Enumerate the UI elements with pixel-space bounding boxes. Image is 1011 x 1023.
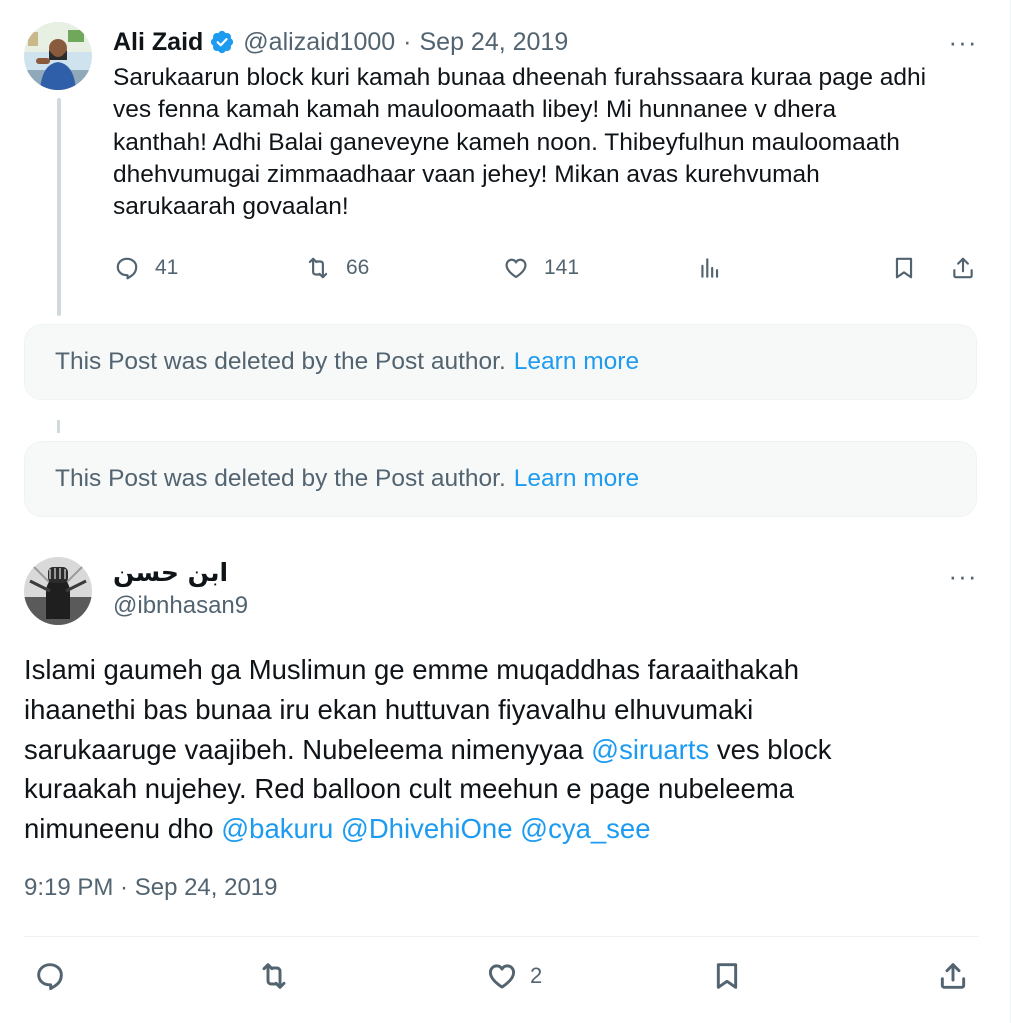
like-icon bbox=[488, 964, 516, 989]
repost-button[interactable] bbox=[258, 958, 290, 994]
post-text: Islami gaumeh ga Muslimun ge emme muqadd… bbox=[24, 650, 984, 849]
post-text-line: ves block bbox=[709, 733, 832, 765]
post-text-line: sarukaarah govaalan! bbox=[113, 193, 349, 221]
thread-connector bbox=[57, 420, 60, 433]
author-handle[interactable]: @ibnhasan9 bbox=[113, 592, 248, 620]
bookmark-icon bbox=[716, 963, 738, 989]
deleted-notice-text: This Post was deleted by the Post author… bbox=[55, 465, 506, 492]
share-button[interactable] bbox=[950, 252, 976, 284]
like-count: 141 bbox=[544, 256, 580, 279]
post-text-line: kanthah! Adhi Balai ganeveyne kameh noon… bbox=[113, 128, 900, 156]
bookmark-icon bbox=[895, 257, 913, 279]
more-label: ··· bbox=[948, 560, 978, 591]
bookmark-button[interactable] bbox=[891, 252, 917, 284]
reply-count: 41 bbox=[155, 256, 179, 279]
post-timestamp[interactable]: 9:19 PM · Sep 24, 2019 bbox=[24, 874, 278, 902]
share-button[interactable] bbox=[937, 958, 969, 994]
more-icon[interactable]: ··· bbox=[945, 561, 981, 591]
mention-link[interactable]: @bakuru bbox=[221, 813, 333, 844]
post-text-line: Sarukaarun block kuri kamah bunaa dheena… bbox=[113, 64, 927, 91]
author-name[interactable]: Ali Zaid bbox=[113, 28, 203, 57]
reply-button[interactable] bbox=[34, 958, 66, 994]
views-button[interactable] bbox=[697, 252, 723, 284]
repost-button[interactable]: 66 bbox=[305, 252, 369, 284]
deleted-post-notice: This Post was deleted by the Post author… bbox=[24, 441, 977, 517]
like-button[interactable]: 2 bbox=[486, 958, 542, 994]
author-handle[interactable]: @alizaid1000 bbox=[243, 28, 395, 57]
author-name[interactable]: ابن حسن bbox=[113, 558, 228, 587]
like-button[interactable]: 141 bbox=[503, 252, 579, 284]
deleted-post-notice: This Post was deleted by the Post author… bbox=[24, 324, 977, 400]
repost-count: 66 bbox=[346, 256, 370, 279]
divider bbox=[24, 936, 979, 937]
post-text-line: kuraakah nujehey. Red balloon cult meehu… bbox=[24, 773, 795, 805]
reply-icon bbox=[37, 963, 63, 991]
mention-link[interactable]: @siruarts bbox=[591, 734, 709, 765]
post-text-line: ihaanethi bas bunaa iru ekan huttuvan fi… bbox=[24, 693, 754, 725]
reply-button[interactable]: 41 bbox=[114, 252, 178, 284]
share-icon bbox=[953, 257, 973, 279]
verified-badge-icon bbox=[211, 30, 234, 54]
views-icon bbox=[701, 258, 719, 278]
post-text-line: sarukaaruge vaajibeh. Nubeleema nimenyya… bbox=[24, 733, 592, 765]
bookmark-button[interactable] bbox=[711, 958, 743, 994]
post-header: Ali Zaid @alizaid1000 · Sep 24, 2019 bbox=[113, 24, 568, 60]
post-text-line: nimuneenu dho bbox=[24, 813, 222, 845]
thread-line bbox=[57, 98, 61, 316]
learn-more-link[interactable]: Learn more bbox=[514, 465, 639, 493]
deleted-notice-text: This Post was deleted by the Post author… bbox=[55, 348, 506, 375]
post-text-line: Islami gaumeh ga Muslimun ge emme muqadd… bbox=[24, 654, 799, 685]
post-text-line: dhehvumugai zimmaadhaar vaan jehey! Mika… bbox=[113, 160, 820, 188]
repost-icon bbox=[308, 257, 328, 279]
post-date[interactable]: Sep 24, 2019 bbox=[420, 28, 569, 57]
like-icon bbox=[505, 258, 527, 279]
more-icon[interactable]: ··· bbox=[945, 27, 981, 57]
separator-dot: · bbox=[403, 27, 412, 56]
avatar-ali-zaid[interactable] bbox=[24, 22, 92, 90]
avatar-ibnhasan[interactable] bbox=[24, 557, 92, 625]
share-icon bbox=[940, 963, 966, 989]
repost-icon bbox=[262, 963, 286, 989]
learn-more-link[interactable]: Learn more bbox=[514, 348, 639, 376]
post-ali-zaid[interactable]: Ali Zaid @alizaid1000 · Sep 24, 2019 ···… bbox=[0, 0, 1011, 316]
post-text-line: ves fenna kamah kamah mauloomaath libey!… bbox=[113, 96, 837, 124]
post-text: Sarukaarun block kuri kamah bunaa dheena… bbox=[113, 62, 983, 223]
mention-link[interactable]: @cya_see bbox=[520, 813, 650, 844]
reply-icon bbox=[116, 257, 138, 280]
mention-link[interactable]: @DhivehiOne bbox=[341, 813, 513, 844]
more-label: ··· bbox=[948, 26, 978, 57]
like-count: 2 bbox=[530, 963, 543, 988]
